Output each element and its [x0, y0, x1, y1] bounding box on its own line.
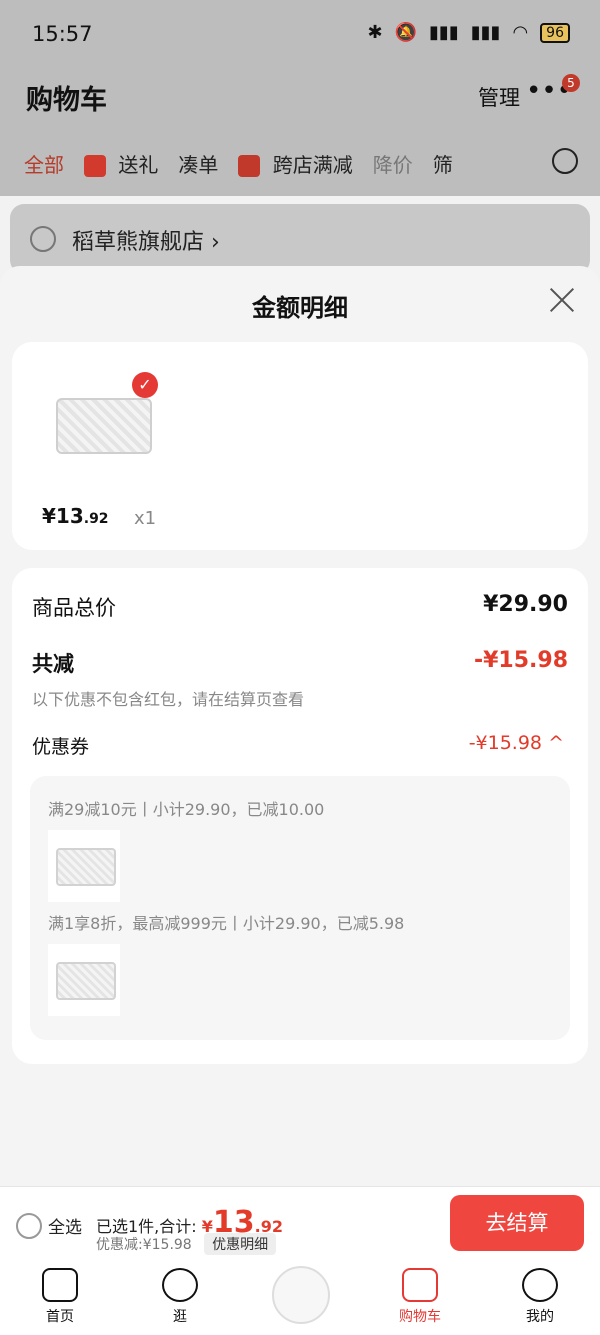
chevron-up-icon: ^: [548, 732, 564, 754]
shop-name-label: 稻草熊旗舰店: [72, 230, 205, 255]
tab-all[interactable]: 全部: [14, 149, 74, 178]
discount-line: 优惠减:¥15.98 优惠明细: [96, 1233, 277, 1255]
gift-icon: [84, 155, 106, 177]
tabbar-browse[interactable]: 逛: [140, 1268, 220, 1326]
tabbar-cart[interactable]: 购物车: [380, 1268, 460, 1326]
select-all-radio[interactable]: [16, 1213, 42, 1239]
basket-image: [56, 848, 116, 886]
price-detail-card: 商品总价 ¥29.90 共减 -¥15.98 以下优惠不包含红包，请在结算页查看…: [12, 568, 588, 1064]
tabbar-cart-label: 购物车: [399, 1309, 441, 1325]
chevron-right-icon: ›: [211, 230, 220, 255]
discount-label: 共减: [32, 652, 74, 676]
product-image[interactable]: ✓: [46, 368, 158, 468]
subtotal-label: 商品总价: [32, 596, 116, 620]
product-price-decimal: .92: [83, 511, 109, 527]
home-icon: [42, 1268, 78, 1302]
selected-check-icon: ✓: [132, 372, 158, 398]
tabbar-home-label: 首页: [46, 1309, 74, 1325]
sheet-title: 金额明细: [252, 294, 348, 322]
cart-icon: [402, 1268, 438, 1302]
product-card: ✓ ¥13.92 x1: [12, 342, 588, 550]
tab-gift[interactable]: 送礼: [74, 149, 168, 178]
wifi-icon: ◠: [512, 22, 529, 43]
tab-filter[interactable]: 筛: [423, 149, 463, 178]
bottom-tabbar: 首页 逛 购物车 我的: [0, 1260, 600, 1335]
battery-icon: 96: [540, 22, 570, 43]
signal-icon-2: ▮▮▮: [470, 22, 501, 43]
user-icon: [522, 1268, 558, 1302]
filter-tabs: 全部 送礼 凑单 跨店满减 降价 筛: [0, 130, 600, 196]
select-all-label[interactable]: 全选: [48, 1213, 82, 1238]
discount-value: -¥15.98: [473, 648, 568, 673]
coupon-rule-1: 满29减10元丨小计29.90，已减10.00: [48, 800, 325, 819]
coupon-rule-2: 满1享8折，最高减999元丨小计29.90，已减5.98: [48, 914, 405, 933]
tab-price-drop[interactable]: 降价: [363, 149, 423, 178]
tabbar-profile-label: 我的: [526, 1309, 554, 1325]
tabbar-home[interactable]: 首页: [20, 1268, 100, 1326]
checkout-bar: 全选 已选1件,合计: ¥13.92 优惠减:¥15.98 优惠明细 去结算: [0, 1186, 600, 1261]
page-title: 购物车: [26, 85, 107, 116]
discount-detail-button[interactable]: 优惠明细: [204, 1233, 277, 1255]
promo-bubble-icon[interactable]: [272, 1266, 330, 1324]
product-qty: x1: [134, 508, 157, 529]
status-icons: ✱ 🔕 ▮▮▮ ▮▮▮ ◠ 96: [367, 22, 570, 43]
coupon-value: -¥15.98: [468, 732, 543, 754]
signal-icon: ▮▮▮: [429, 22, 459, 43]
product-price: ¥13.92: [42, 504, 109, 528]
tabbar-profile[interactable]: 我的: [500, 1268, 580, 1326]
close-icon[interactable]: [548, 286, 576, 314]
tab-gift-label: 送礼: [118, 152, 159, 177]
bluetooth-icon: ✱: [367, 22, 383, 43]
coupon-detail-box: 满29减10元丨小计29.90，已减10.00 满1享8折，最高减999元丨小计…: [30, 776, 570, 1040]
coupon-product-image-1[interactable]: [48, 830, 120, 902]
coupon-value-toggle[interactable]: -¥15.98 ^: [469, 732, 564, 754]
mute-icon: 🔕: [394, 22, 418, 43]
status-time: 15:57: [32, 22, 93, 46]
promo-icon: [238, 155, 261, 177]
message-badge: 5: [562, 74, 580, 92]
tab-cross-store-label: 跨店满减: [272, 152, 353, 177]
coupon-label: 优惠券: [32, 736, 90, 758]
discount-text: 优惠减:¥15.98: [96, 1237, 192, 1253]
shop-row[interactable]: 稻草熊旗舰店 ›: [10, 204, 590, 274]
discount-note: 以下优惠不包含红包，请在结算页查看: [32, 690, 305, 709]
cart-header: 购物车 管理 ••• 5: [0, 70, 600, 130]
tabbar-browse-label: 逛: [173, 1309, 187, 1325]
product-price-main: ¥13: [42, 504, 84, 528]
subtotal-value: ¥29.90: [483, 592, 568, 617]
tab-bundle[interactable]: 凑单: [168, 149, 228, 178]
shop-select-radio[interactable]: [30, 226, 56, 252]
amount-detail-sheet: 金额明细 ✓ ¥13.92 x1 商品总价 ¥29.90 共减 -¥15.98 …: [0, 266, 600, 1186]
checkout-button[interactable]: 去结算: [450, 1195, 584, 1251]
basket-image: [56, 398, 152, 454]
face-icon: [162, 1268, 198, 1302]
search-icon[interactable]: [552, 148, 578, 174]
status-bar: 15:57 ✱ 🔕 ▮▮▮ ▮▮▮ ◠ 96: [0, 0, 600, 70]
tab-cross-store[interactable]: 跨店满减: [228, 149, 362, 178]
basket-image: [56, 962, 116, 1000]
manage-button[interactable]: 管理: [478, 82, 520, 112]
shop-name[interactable]: 稻草熊旗舰店 ›: [72, 224, 220, 256]
coupon-product-image-2[interactable]: [48, 944, 120, 1016]
